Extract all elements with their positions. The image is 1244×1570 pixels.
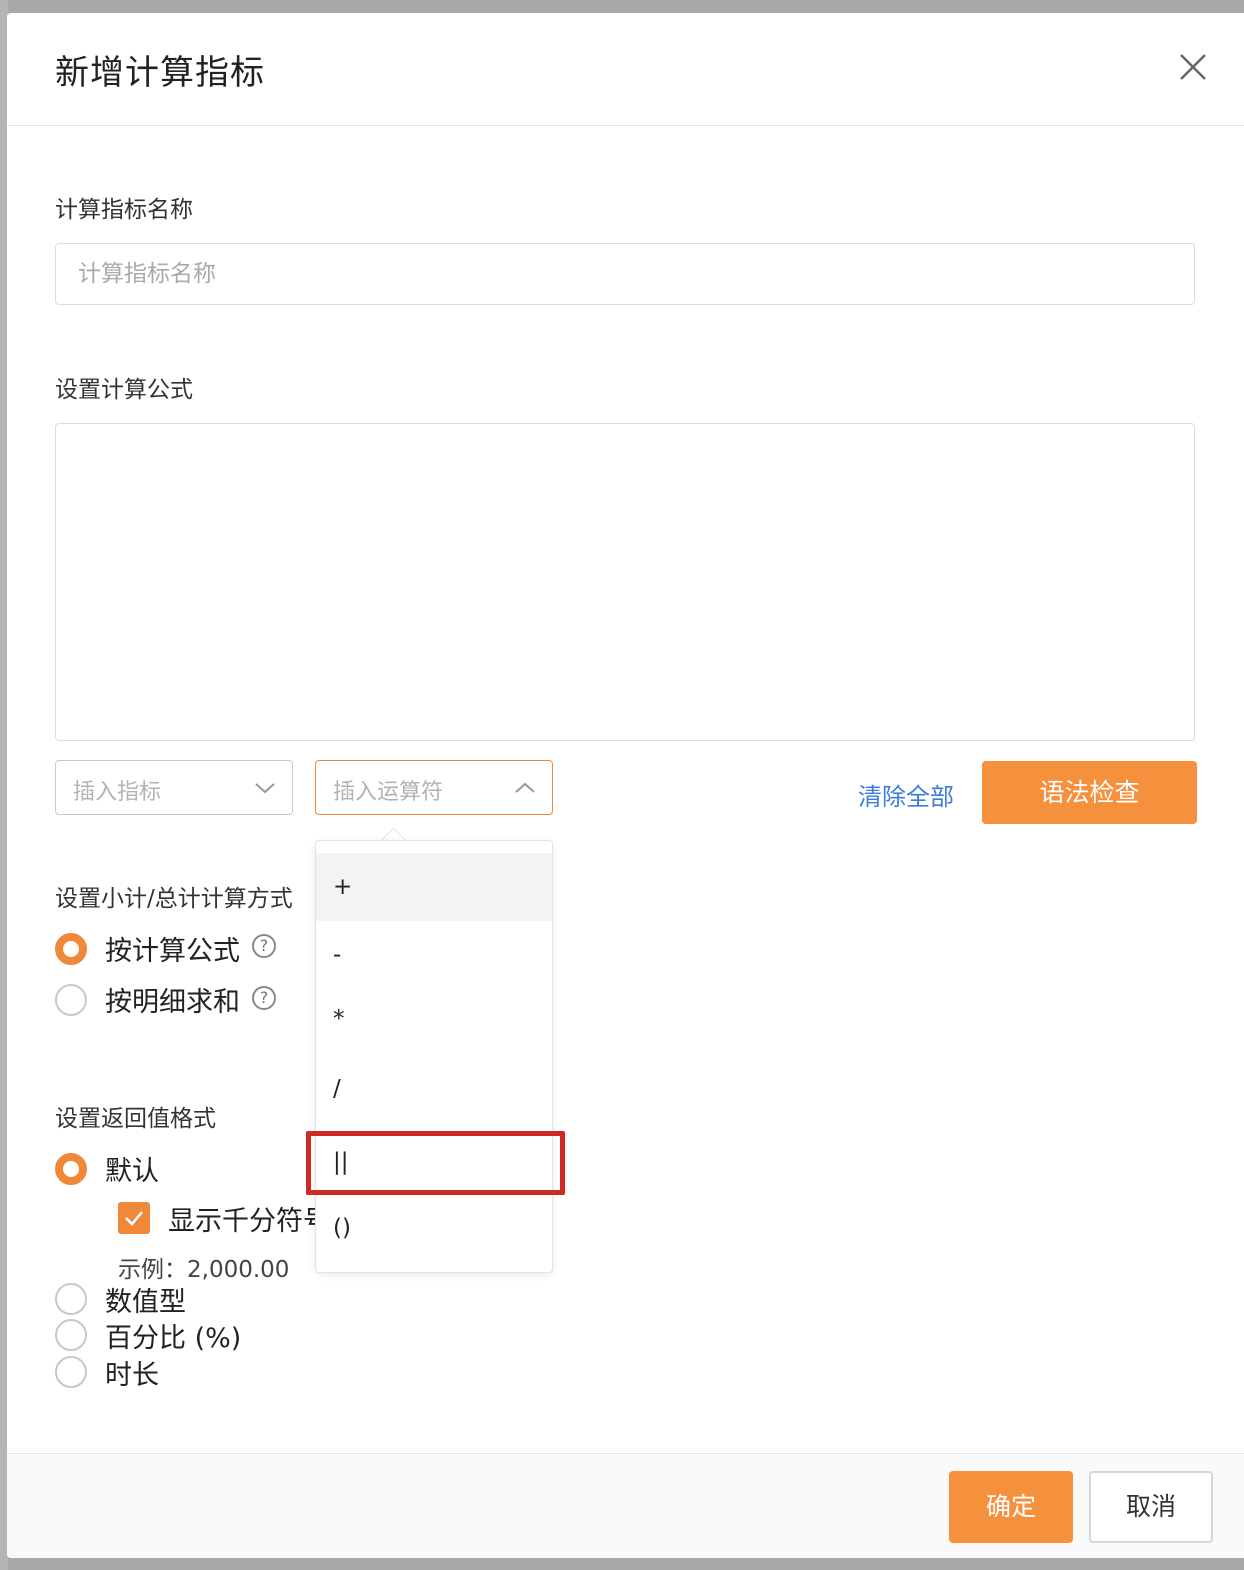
- metric-name-input[interactable]: [55, 243, 1195, 305]
- operator-option-parentheses[interactable]: (): [316, 1197, 552, 1259]
- format-example: 示例：2,000.00: [118, 1257, 290, 1283]
- radio-format-percent[interactable]: [55, 1319, 87, 1351]
- subtotal-method-label: 设置小计/总计计算方式: [55, 886, 293, 912]
- dialog-title: 新增计算指标: [55, 53, 265, 93]
- help-icon[interactable]: ?: [252, 986, 276, 1010]
- dialog-header: 新增计算指标: [7, 13, 1244, 126]
- help-icon[interactable]: ?: [252, 934, 276, 958]
- operator-option-multiply[interactable]: *: [316, 989, 552, 1049]
- operator-dropdown-menu: + - * / || (): [315, 840, 553, 1273]
- radio-format-default[interactable]: [55, 1153, 87, 1185]
- syntax-check-button[interactable]: 语法检查: [982, 761, 1197, 824]
- radio-format-duration[interactable]: [55, 1356, 87, 1388]
- highlight-annotation: [306, 1131, 565, 1195]
- operator-option-minus[interactable]: -: [316, 925, 552, 985]
- chevron-down-icon: [255, 783, 275, 794]
- thousands-separator-label: 显示千分符号: [168, 1206, 330, 1237]
- formula-editor[interactable]: [55, 423, 1195, 741]
- formula-label: 设置计算公式: [55, 377, 193, 403]
- radio-by-formula-label: 按计算公式: [105, 936, 240, 967]
- radio-format-percent-label: 百分比 (%): [105, 1323, 242, 1354]
- radio-by-formula[interactable]: [55, 933, 87, 965]
- close-icon: [1180, 54, 1206, 80]
- radio-format-numeric[interactable]: [55, 1283, 87, 1315]
- checkmark-icon: [125, 1211, 143, 1226]
- confirm-button[interactable]: 确定: [949, 1471, 1073, 1543]
- new-calculated-metric-dialog: 新增计算指标 计算指标名称 设置计算公式 插入指标 插入运算符 清除全部 语法检…: [7, 13, 1244, 1558]
- dialog-footer: 确定 取消: [7, 1453, 1244, 1558]
- thousands-separator-checkbox[interactable]: [118, 1202, 150, 1234]
- close-button[interactable]: [1173, 47, 1213, 87]
- radio-format-duration-label: 时长: [105, 1360, 159, 1391]
- radio-format-numeric-label: 数值型: [105, 1287, 186, 1318]
- radio-by-detail-sum[interactable]: [55, 984, 87, 1016]
- operator-option-plus[interactable]: +: [316, 853, 552, 921]
- operator-option-divide[interactable]: /: [316, 1057, 552, 1121]
- radio-format-default-label: 默认: [105, 1156, 159, 1187]
- insert-operator-placeholder: 插入运算符: [333, 780, 444, 805]
- radio-by-detail-sum-label: 按明细求和: [105, 987, 240, 1018]
- metric-name-label: 计算指标名称: [55, 197, 193, 223]
- clear-all-button[interactable]: 清除全部: [858, 777, 954, 812]
- cancel-button[interactable]: 取消: [1089, 1471, 1213, 1543]
- chevron-up-icon: [515, 782, 535, 793]
- insert-operator-select[interactable]: 插入运算符: [315, 760, 553, 815]
- return-format-label: 设置返回值格式: [55, 1106, 216, 1132]
- insert-metric-select[interactable]: 插入指标: [55, 760, 293, 815]
- insert-metric-placeholder: 插入指标: [73, 780, 162, 805]
